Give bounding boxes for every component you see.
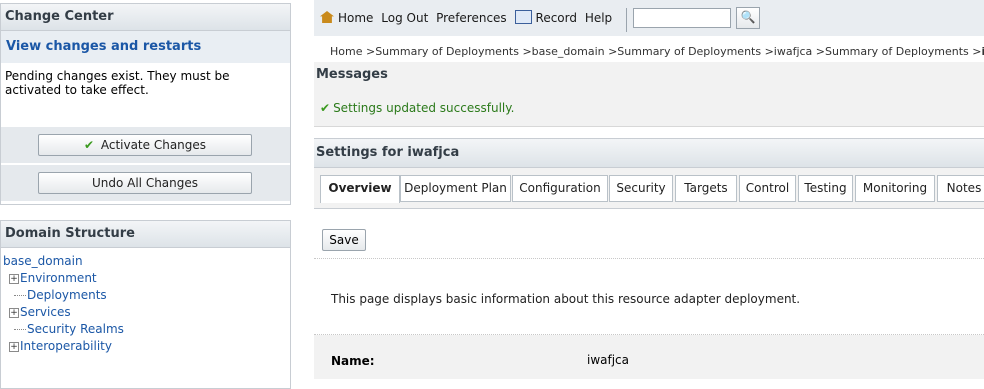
tree-item-deployments[interactable]: Deployments [27, 288, 107, 302]
settings-panel: Settings for iwafjca Overview Deployment… [314, 138, 984, 387]
activate-changes-button[interactable]: ✔ Activate Changes [38, 134, 252, 156]
preferences-link[interactable]: Preferences [436, 11, 507, 25]
home-link[interactable]: Home [338, 11, 373, 25]
undo-row: Undo All Changes [1, 165, 290, 201]
activate-row: ✔ Activate Changes [1, 127, 290, 163]
domain-structure-panel: Domain Structure base_domain +Environmen… [0, 220, 291, 389]
domain-structure-title: Domain Structure [1, 221, 290, 248]
tab-control[interactable]: Control [739, 175, 796, 202]
success-message: ✔Settings updated successfully. [320, 101, 514, 115]
name-row: Name: iwafjca [314, 335, 984, 379]
logout-link[interactable]: Log Out [381, 11, 428, 25]
success-check-icon: ✔ [320, 101, 330, 115]
tree-connector-icon [14, 329, 26, 330]
tree-item-services[interactable]: Services [20, 305, 71, 319]
change-center-panel: Change Center View changes and restarts … [0, 3, 291, 205]
activate-changes-label: Activate Changes [101, 138, 206, 152]
tree-item-interoperability[interactable]: Interoperability [20, 339, 112, 353]
search-input[interactable] [633, 8, 731, 28]
search-button[interactable]: 🔍 [736, 7, 760, 29]
pending-changes-text: Pending changes exist. They must be acti… [1, 63, 290, 97]
settings-tabs: Overview Deployment Plan Configuration S… [314, 168, 984, 209]
domain-tree: base_domain +Environment Deployments +Se… [1, 248, 290, 355]
undo-all-changes-button[interactable]: Undo All Changes [38, 172, 252, 194]
name-value: iwafjca [587, 353, 629, 367]
expand-plus-icon[interactable]: + [9, 342, 19, 352]
breadcrumb-path[interactable]: Home >Summary of Deployments >base_domai… [330, 45, 982, 58]
toolbar-links: Home Log Out Preferences Record Help [320, 10, 616, 25]
tree-item-environment[interactable]: Environment [20, 271, 97, 285]
tree-item-security-realms[interactable]: Security Realms [27, 322, 124, 336]
view-changes-link[interactable]: View changes and restarts [1, 31, 290, 63]
expand-plus-icon[interactable]: + [9, 274, 19, 284]
toolbar-divider [626, 8, 627, 32]
breadcrumb: Home >Summary of Deployments >base_domai… [330, 45, 984, 58]
record-icon[interactable] [515, 10, 532, 24]
home-icon[interactable] [320, 11, 334, 23]
divider [314, 258, 984, 259]
settings-title: Settings for iwafjca [314, 138, 984, 168]
tab-overview[interactable]: Overview [320, 175, 400, 203]
expand-plus-icon[interactable]: + [9, 308, 19, 318]
tab-monitoring[interactable]: Monitoring [855, 175, 935, 202]
name-label: Name: [331, 354, 375, 368]
tree-root-base-domain[interactable]: base_domain [3, 253, 290, 270]
tree-connector-icon [14, 295, 26, 296]
tab-configuration[interactable]: Configuration [512, 175, 608, 202]
tab-targets[interactable]: Targets [675, 175, 737, 202]
messages-title: Messages [316, 67, 388, 82]
record-link[interactable]: Record [536, 11, 577, 25]
tab-security[interactable]: Security [609, 175, 673, 202]
tab-notes[interactable]: Notes [937, 175, 984, 202]
help-link[interactable]: Help [585, 11, 612, 25]
save-button[interactable]: Save [322, 229, 366, 251]
page-description: This page displays basic information abo… [331, 292, 800, 306]
top-toolbar: Home Log Out Preferences Record Help 🔍 [314, 0, 984, 36]
success-text: Settings updated successfully. [333, 101, 514, 115]
messages-panel: Messages ✔Settings updated successfully. [314, 62, 984, 127]
tab-testing[interactable]: Testing [798, 175, 853, 202]
change-center-title: Change Center [1, 4, 290, 31]
checkmark-icon: ✔ [84, 138, 94, 152]
tab-deployment-plan[interactable]: Deployment Plan [400, 175, 511, 202]
